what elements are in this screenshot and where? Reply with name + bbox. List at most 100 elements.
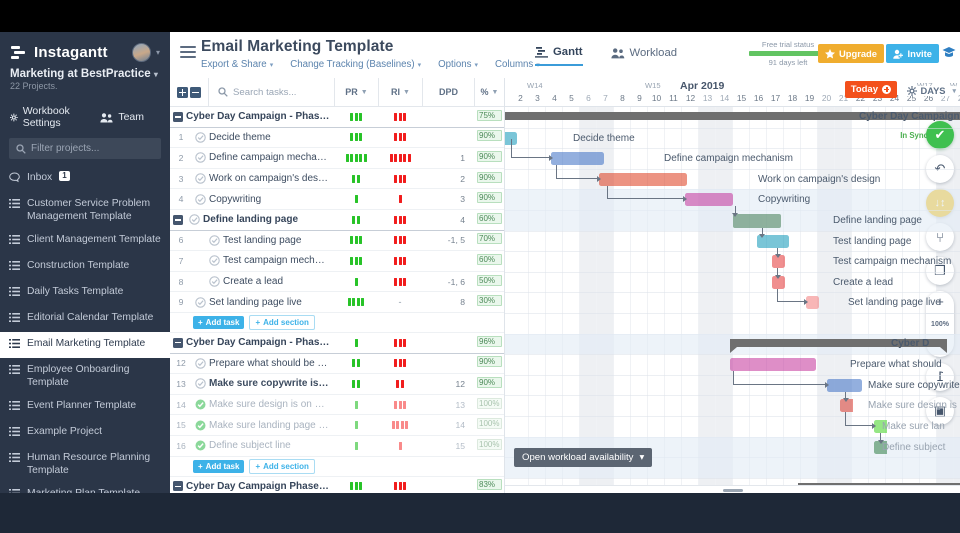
percent-cell[interactable]: 96% (474, 335, 504, 350)
collapse-toggle[interactable] (170, 214, 186, 225)
table-group-row[interactable]: Cyber Day Campaign - Phase 2: 96% (170, 332, 504, 354)
sidebar-item-inbox[interactable]: Inbox 1 (0, 166, 170, 192)
sidebar-brand[interactable]: Instagantt ▾ (0, 32, 170, 68)
percent-cell[interactable]: 75% (474, 109, 504, 124)
add-section-button[interactable]: + Add section (249, 314, 315, 330)
filter-projects-input[interactable]: Filter projects... (9, 138, 161, 159)
task-checkbox[interactable] (192, 173, 209, 184)
percent-cell[interactable]: 50% (474, 274, 504, 289)
table-row[interactable]: 12 Prepare what should be going live fi..… (170, 354, 504, 375)
search-input[interactable]: Search tasks... (208, 78, 334, 106)
header-menu-item[interactable]: Columns ▾ (495, 59, 540, 70)
menu-toggle-button[interactable] (180, 46, 196, 61)
column-header-ri[interactable]: RI ▼ (378, 78, 422, 106)
table-row[interactable]: 9 Set landing page live - 8 30% (170, 292, 504, 313)
collapse-toggle[interactable] (170, 337, 186, 348)
header-menu-item[interactable]: Change Tracking (Baselines) ▾ (290, 59, 421, 70)
table-row[interactable]: 14 Make sure design is on point 13 100% (170, 395, 504, 416)
sidebar-item-project[interactable]: Marketing Plan Template (0, 482, 170, 493)
task-checkbox[interactable] (192, 378, 209, 390)
table-row[interactable]: 1 Decide theme 90% (170, 128, 504, 149)
expand-all-button[interactable] (177, 86, 188, 98)
percent-cell[interactable]: 90% (474, 376, 504, 391)
tab-gantt[interactable]: Gantt (535, 45, 583, 66)
open-workload-availability-button[interactable]: Open workload availability ▾ (514, 448, 653, 467)
table-row[interactable]: 6 Test landing page -1, 5 70% (170, 231, 504, 252)
column-header-dpd[interactable]: DPD (422, 78, 474, 106)
percent-cell[interactable]: 100% (474, 438, 504, 453)
gantt-task-bar[interactable] (598, 172, 688, 186)
percent-cell[interactable]: 100% (474, 397, 504, 412)
collapse-toggle[interactable] (170, 481, 186, 492)
add-task-button[interactable]: + Add task (193, 459, 245, 473)
sidebar-item-project[interactable]: Employee Onboarding Template (0, 358, 170, 394)
gantt-task-bar[interactable] (729, 358, 817, 372)
chevron-down-icon[interactable]: ▾ (156, 48, 160, 57)
table-row[interactable]: 8 Create a lead -1, 6 50% (170, 272, 504, 293)
team-button[interactable]: Team (100, 111, 144, 123)
workbook-settings-button[interactable]: Workbook Settings (10, 105, 84, 129)
table-row[interactable]: 15 Make sure landing page is ready an... 1… (170, 415, 504, 436)
percent-cell[interactable]: 60% (474, 212, 504, 227)
gantt-task-bar[interactable] (685, 193, 733, 207)
column-header-pr[interactable]: PR ▼ (334, 78, 378, 106)
percent-cell[interactable]: 90% (474, 150, 504, 165)
task-checkbox[interactable] (206, 255, 223, 267)
table-group-row[interactable]: Cyber Day Campaign Phase 3: 83% (170, 476, 504, 493)
sidebar-item-project[interactable]: Client Management Template (0, 228, 170, 254)
gantt-task-bar[interactable] (551, 152, 604, 166)
task-checkbox[interactable] (192, 420, 209, 431)
today-button[interactable]: Today (844, 81, 897, 98)
horizontal-splitter[interactable] (505, 485, 960, 493)
percent-cell[interactable]: 90% (474, 356, 504, 370)
percent-cell[interactable]: 30% (474, 295, 504, 309)
sidebar-item-project[interactable]: Email Marketing Template (0, 332, 170, 358)
header-menu-item[interactable]: Options ▾ (438, 59, 478, 70)
table-row[interactable]: 16 Define subject line 15 100% (170, 436, 504, 457)
task-checkbox[interactable] (192, 152, 209, 164)
percent-cell[interactable]: 90% (474, 192, 504, 206)
task-checkbox[interactable] (192, 132, 209, 143)
table-group-row[interactable]: Cyber Day Campaign - Phase 1: 75% (170, 107, 504, 128)
header-menu-item[interactable]: Export & Share ▾ (201, 59, 273, 70)
table-row[interactable]: 2 Define campaign mechanism 1 90% (170, 148, 504, 169)
table-row[interactable]: 3 Work on campaign's design 2 90% (170, 169, 504, 190)
percent-cell[interactable]: 100% (474, 418, 504, 432)
percent-cell[interactable]: 60% (474, 253, 504, 268)
avatar[interactable] (131, 43, 151, 62)
sidebar-item-project[interactable]: Customer Service Problem Management Temp… (0, 192, 170, 228)
table-group-row[interactable]: Define landing page 4 60% (170, 209, 504, 231)
task-checkbox[interactable] (192, 296, 209, 308)
add-section-button[interactable]: + Add section (249, 458, 315, 474)
task-checkbox[interactable] (206, 276, 223, 287)
task-checkbox[interactable] (186, 214, 203, 226)
table-row[interactable]: 13 Make sure copywrite is on point 12 90% (170, 374, 504, 395)
table-row[interactable]: 7 Test campaign mechanism 60% (170, 251, 504, 272)
percent-cell[interactable]: 70% (474, 233, 504, 247)
sidebar-item-project[interactable]: Editorial Calendar Template (0, 306, 170, 332)
workbook-selector[interactable]: Marketing at BestPractice ▾ (0, 68, 170, 80)
task-checkbox[interactable] (192, 399, 209, 410)
graduation-cap-icon[interactable] (942, 45, 956, 63)
sidebar-item-project[interactable]: Example Project (0, 420, 170, 446)
add-task-button[interactable]: + Add task (193, 315, 245, 329)
tab-workload[interactable]: Workload (610, 45, 677, 66)
gantt-chart-body[interactable]: In Sync ✔↶↓↕⑂❐+100%−߁▣ Open workload ava… (505, 107, 960, 493)
task-checkbox[interactable] (192, 193, 209, 205)
sidebar-item-project[interactable]: Event Planner Template (0, 394, 170, 420)
table-row[interactable]: 4 Copywriting 3 90% (170, 189, 504, 210)
percent-cell[interactable]: 83% (474, 479, 504, 493)
sidebar-item-project[interactable]: Daily Tasks Template (0, 280, 170, 306)
timescale-selector[interactable]: DAYS ▾ (900, 86, 956, 96)
collapse-toggle[interactable] (170, 111, 186, 122)
collapse-all-button[interactable] (190, 86, 201, 98)
task-checkbox[interactable] (192, 440, 209, 451)
task-checkbox[interactable] (192, 358, 209, 369)
column-header-percent[interactable]: % ▼ (474, 78, 504, 106)
percent-cell[interactable]: 90% (474, 130, 504, 144)
upgrade-button[interactable]: Upgrade (817, 44, 884, 63)
approve-check-icon[interactable]: ✔ (926, 121, 954, 149)
gantt-task-bar[interactable] (826, 378, 863, 392)
sidebar-item-project[interactable]: Human Resource Planning Template (0, 446, 170, 482)
gantt-task-bar[interactable] (733, 214, 781, 228)
